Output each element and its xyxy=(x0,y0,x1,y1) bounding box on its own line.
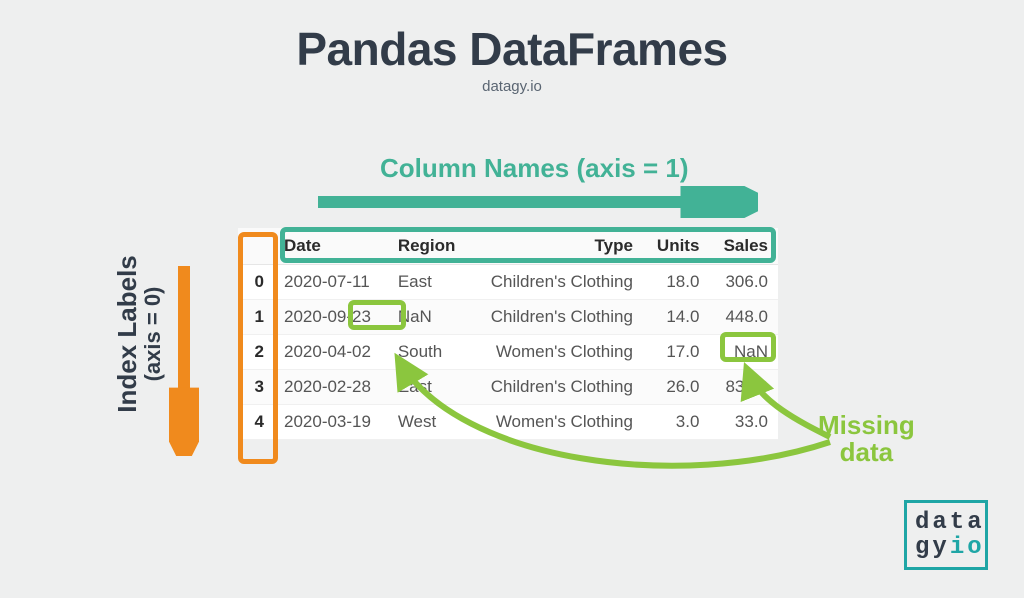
cell-units: 26.0 xyxy=(643,370,710,405)
table-row: 1 2020-09-23 NaN Children's Clothing 14.… xyxy=(238,300,778,335)
cell-region: East xyxy=(388,265,471,300)
cell-sales: NaN xyxy=(709,335,778,370)
table-row: 4 2020-03-19 West Women's Clothing 3.0 3… xyxy=(238,405,778,440)
header-row: Date Region Type Units Sales xyxy=(238,228,778,265)
cell-region: East xyxy=(388,370,471,405)
row-index: 4 xyxy=(238,405,274,440)
cell-type: Children's Clothing xyxy=(470,370,643,405)
column-axis-label: Column Names (axis = 1) xyxy=(380,153,689,184)
cell-sales: 832.0 xyxy=(709,370,778,405)
col-type: Type xyxy=(470,228,643,265)
table-row: 3 2020-02-28 East Children's Clothing 26… xyxy=(238,370,778,405)
index-axis-label-line1: Index Labels xyxy=(112,255,142,413)
missing-data-label: Missing data xyxy=(818,412,915,467)
row-index: 2 xyxy=(238,335,274,370)
cell-type: Women's Clothing xyxy=(470,405,643,440)
cell-region: NaN xyxy=(388,300,471,335)
index-arrow-icon xyxy=(169,266,199,456)
logo-line2: gyio xyxy=(915,535,985,560)
subtitle: datagy.io xyxy=(0,78,1024,95)
cell-type: Children's Clothing xyxy=(470,265,643,300)
missing-data-label-line2: data xyxy=(840,437,893,467)
cell-date: 2020-02-28 xyxy=(274,370,388,405)
cell-date: 2020-07-11 xyxy=(274,265,388,300)
row-index: 0 xyxy=(238,265,274,300)
col-sales: Sales xyxy=(709,228,778,265)
datagy-logo: data gyio xyxy=(904,500,988,570)
column-arrow-icon xyxy=(318,186,758,218)
col-date: Date xyxy=(274,228,388,265)
logo-line1: data xyxy=(915,510,985,535)
cell-units: 18.0 xyxy=(643,265,710,300)
index-axis-label-line2: (axis = 0) xyxy=(141,234,165,434)
cell-type: Women's Clothing xyxy=(470,335,643,370)
missing-data-label-line1: Missing xyxy=(818,410,915,440)
table-row: 2 2020-04-02 South Women's Clothing 17.0… xyxy=(238,335,778,370)
col-units: Units xyxy=(643,228,710,265)
cell-region: South xyxy=(388,335,471,370)
cell-date: 2020-04-02 xyxy=(274,335,388,370)
cell-region: West xyxy=(388,405,471,440)
cell-units: 14.0 xyxy=(643,300,710,335)
col-region: Region xyxy=(388,228,471,265)
table-row: 0 2020-07-11 East Children's Clothing 18… xyxy=(238,265,778,300)
cell-type: Children's Clothing xyxy=(470,300,643,335)
cell-units: 17.0 xyxy=(643,335,710,370)
cell-sales: 448.0 xyxy=(709,300,778,335)
cell-date: 2020-03-19 xyxy=(274,405,388,440)
dataframe-table: Date Region Type Units Sales 0 2020-07-1… xyxy=(238,228,778,440)
cell-sales: 306.0 xyxy=(709,265,778,300)
row-index: 3 xyxy=(238,370,274,405)
page-title: Pandas DataFrames xyxy=(0,22,1024,76)
cell-sales: 33.0 xyxy=(709,405,778,440)
index-axis-label: Index Labels (axis = 0) xyxy=(113,234,165,434)
cell-date: 2020-09-23 xyxy=(274,300,388,335)
cell-units: 3.0 xyxy=(643,405,710,440)
row-index: 1 xyxy=(238,300,274,335)
